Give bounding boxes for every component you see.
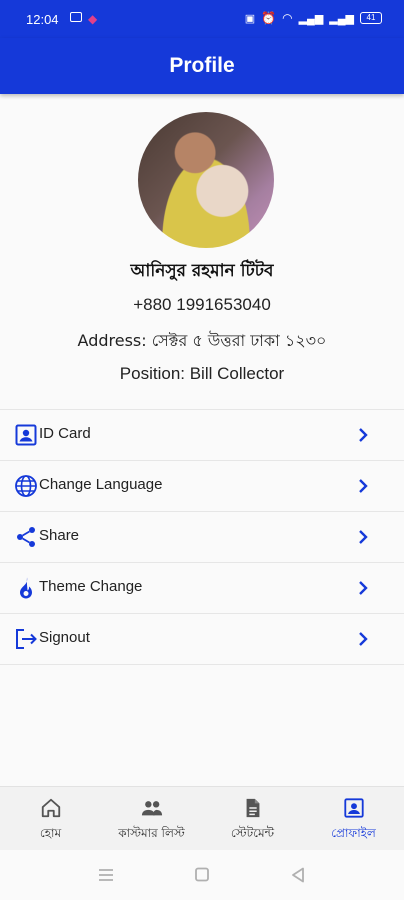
alarm-icon: ⏰ [261,11,277,25]
bottom-navigation: হোম কাস্টমার লিস্ট স্টেটমেন্ট প্রোফাইল [0,786,404,851]
system-icons: ▣ ⏰ ◠ ▂▄▆ ▂▄▆ 41 [245,11,382,25]
chevron-right-icon [359,530,368,544]
chevron-right-icon [359,632,368,646]
menu-item-label: Signout [39,629,90,646]
profile-position: Position: Bill Collector [119,364,285,383]
app-bar: Profile [0,38,404,94]
nav-customer-list[interactable]: কাস্টমার লিস্ট [101,787,202,851]
chevron-right-icon [359,581,368,595]
home-square-icon[interactable] [193,867,211,883]
nav-label: হোম [39,826,62,840]
menu-item-label: Theme Change [39,578,143,595]
nav-statement[interactable]: স্টেটমেন্ট [202,787,303,851]
nav-label: স্টেটমেন্ট [230,826,275,840]
menu-item-share[interactable]: Share [0,512,404,563]
profile-icon [343,798,364,818]
menu-item-theme-change[interactable]: Theme Change [0,563,404,614]
menu-item-id-card[interactable]: ID Card [0,410,404,461]
laptop-icon [70,12,82,22]
signal-icon: ▂▄▆ [298,12,324,25]
battery-icon: 41 [360,12,382,24]
status-time: 12:04 [26,12,59,27]
back-icon[interactable] [289,867,307,883]
system-navigation-bar [0,850,404,900]
menu-item-label: Share [39,527,80,544]
menu-item-label: Change Language [39,476,163,493]
nav-home[interactable]: হোম [0,787,101,851]
menu-icon[interactable] [97,867,115,883]
chevron-right-icon [359,428,368,442]
profile-address: Address: সেক্টর ৫ উত্তরা ঢাকা ১২৩০ [77,331,327,350]
share-icon [17,527,35,547]
globe-icon [15,475,37,497]
menu-item-signout[interactable]: Signout [0,614,404,665]
profile-name: আনিসুর রহমান টিটব [130,261,274,281]
page-title: Profile [169,54,235,77]
flame-icon [20,577,32,599]
signout-icon [16,629,37,649]
avatar [138,112,274,248]
signal2-icon: ▂▄▆ [329,12,354,25]
people-icon [141,801,162,816]
wifi-icon: ◠ [282,11,293,25]
chevron-right-icon [359,479,368,493]
id-card-icon [15,424,37,446]
profile-menu: ID Card Change Language Share Theme Chan… [0,409,404,665]
menu-item-label: ID Card [39,425,91,442]
notification-icons: ◆ [70,12,97,26]
profile-phone: +880 1991653040 [133,295,271,314]
nav-label: প্রোফাইল [331,826,376,840]
nav-label: কাস্টমার লিস্ট [118,826,185,840]
vibrate-icon: ▣ [244,12,256,25]
nav-profile[interactable]: প্রোফাইল [303,787,404,851]
home-icon [41,798,60,818]
document-icon [246,798,259,818]
status-bar: 12:04 ◆ ▣ ⏰ ◠ ▂▄▆ ▂▄▆ 41 [0,0,404,38]
menu-item-change-language[interactable]: Change Language [0,461,404,512]
messenger-icon: ◆ [88,12,98,26]
